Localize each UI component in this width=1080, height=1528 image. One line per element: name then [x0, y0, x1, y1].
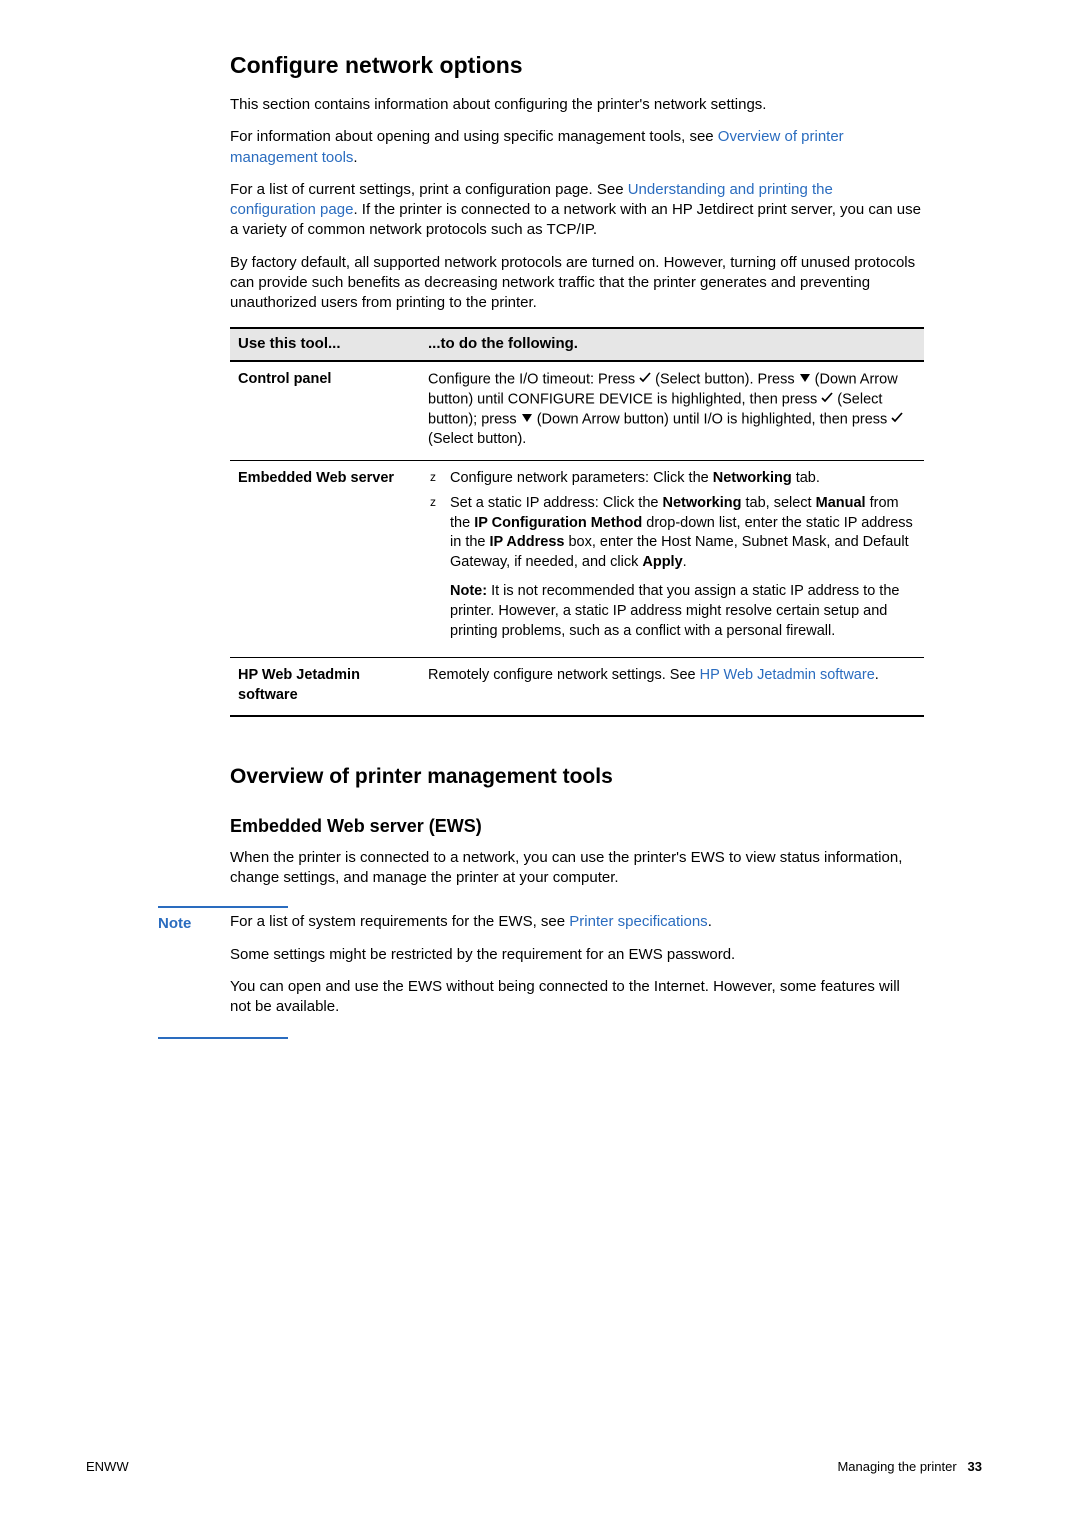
cp-text-1: Configure the I/O timeout: Press	[428, 371, 639, 387]
intro2-pre-text: For information about opening and using …	[230, 128, 718, 145]
b2-bold5: Apply	[642, 554, 682, 570]
intro-paragraph-3: For a list of current settings, print a …	[230, 180, 922, 241]
subhead-ews: Embedded Web server (EWS)	[230, 814, 922, 838]
note-top-rule	[158, 906, 288, 908]
intro-paragraph-4: By factory default, all supported networ…	[230, 253, 922, 314]
ews-paragraph: When the printer is connected to a netwo…	[230, 848, 922, 889]
page-footer: ENWW Managing the printer 33	[0, 1458, 1080, 1476]
row3-seg2: .	[875, 667, 879, 683]
row-content-embedded-web: z Configure network parameters: Click th…	[420, 460, 924, 658]
note-para-1: For a list of system requirements for th…	[230, 912, 922, 932]
row-content-jetadmin: Remotely configure network settings. See…	[420, 658, 924, 717]
row-label-control-panel: Control panel	[230, 361, 420, 461]
note-para-3: You can open and use the EWS without bei…	[230, 977, 922, 1018]
tools-table: Use this tool... ...to do the following.…	[230, 327, 924, 717]
select-check-icon	[891, 410, 903, 430]
b2-bold1: Networking	[663, 495, 742, 511]
list-item: z Configure network parameters: Click th…	[428, 469, 916, 489]
b1-post: tab.	[792, 470, 820, 486]
b2-bold4: IP Address	[490, 534, 565, 550]
select-check-icon	[639, 370, 651, 390]
b1-bold: Networking	[713, 470, 792, 486]
intro-paragraph-2: For information about opening and using …	[230, 127, 922, 168]
intro-paragraph-1: This section contains information about …	[230, 95, 922, 115]
note1-pre: For a list of system requirements for th…	[230, 913, 569, 930]
table-header-row: Use this tool... ...to do the following.	[230, 328, 924, 360]
row-content-control-panel: Configure the I/O timeout: Press (Select…	[420, 361, 924, 461]
row-label-jetadmin: HP Web Jetadmin software	[230, 658, 420, 717]
down-arrow-icon	[799, 370, 811, 390]
b2-bold3: IP Configuration Method	[474, 515, 642, 531]
link-printer-specs[interactable]: Printer specifications	[569, 913, 707, 930]
b2-seg2: tab, select	[741, 495, 815, 511]
row-label-embedded-web: Embedded Web server	[230, 460, 420, 658]
list-item: z Set a static IP address: Click the Net…	[428, 494, 916, 641]
select-check-icon	[821, 390, 833, 410]
table-row-embedded-web: Embedded Web server z Configure network …	[230, 460, 924, 658]
note-bottom-rule	[158, 1037, 288, 1039]
note-inline-text: It is not recommended that you assign a …	[450, 583, 899, 638]
link-hp-web-jetadmin[interactable]: HP Web Jetadmin software	[700, 667, 875, 683]
table-header-left: Use this tool...	[230, 328, 420, 360]
bullet-icon: z	[430, 494, 436, 510]
b2-seg1: Set a static IP address: Click the	[450, 495, 663, 511]
table-row-control-panel: Control panel Configure the I/O timeout:…	[230, 361, 924, 461]
section-heading-configure-network: Configure network options	[230, 50, 922, 81]
section-heading-overview-tools: Overview of printer management tools	[230, 763, 922, 791]
b1-pre: Configure network parameters: Click the	[450, 470, 713, 486]
footer-page-number: 33	[968, 1459, 982, 1474]
footer-left-text: ENWW	[86, 1458, 129, 1476]
bullet-icon: z	[430, 469, 436, 485]
intro2-post-text: .	[353, 149, 357, 166]
note-para-2: Some settings might be restricted by the…	[230, 945, 922, 965]
b2-seg6: .	[683, 554, 687, 570]
table-header-right: ...to do the following.	[420, 328, 924, 360]
footer-right: Managing the printer 33	[837, 1458, 982, 1476]
row3-seg1: Remotely configure network settings. See	[428, 667, 700, 683]
footer-section-name: Managing the printer	[837, 1459, 956, 1474]
note-inline-label: Note:	[450, 583, 487, 599]
intro3-pre-text: For a list of current settings, print a …	[230, 181, 628, 198]
cp-text-6: (Select button).	[428, 431, 526, 447]
note-label: Note	[158, 912, 230, 934]
cp-text-2: (Select button). Press	[651, 371, 798, 387]
note1-post: .	[708, 913, 712, 930]
note-block: Note For a list of system requirements f…	[158, 906, 922, 1039]
b2-bold2: Manual	[816, 495, 866, 511]
table-row-jetadmin: HP Web Jetadmin software Remotely config…	[230, 658, 924, 717]
cp-text-5: (Down Arrow button) until I/O is highlig…	[533, 412, 892, 428]
down-arrow-icon	[521, 410, 533, 430]
